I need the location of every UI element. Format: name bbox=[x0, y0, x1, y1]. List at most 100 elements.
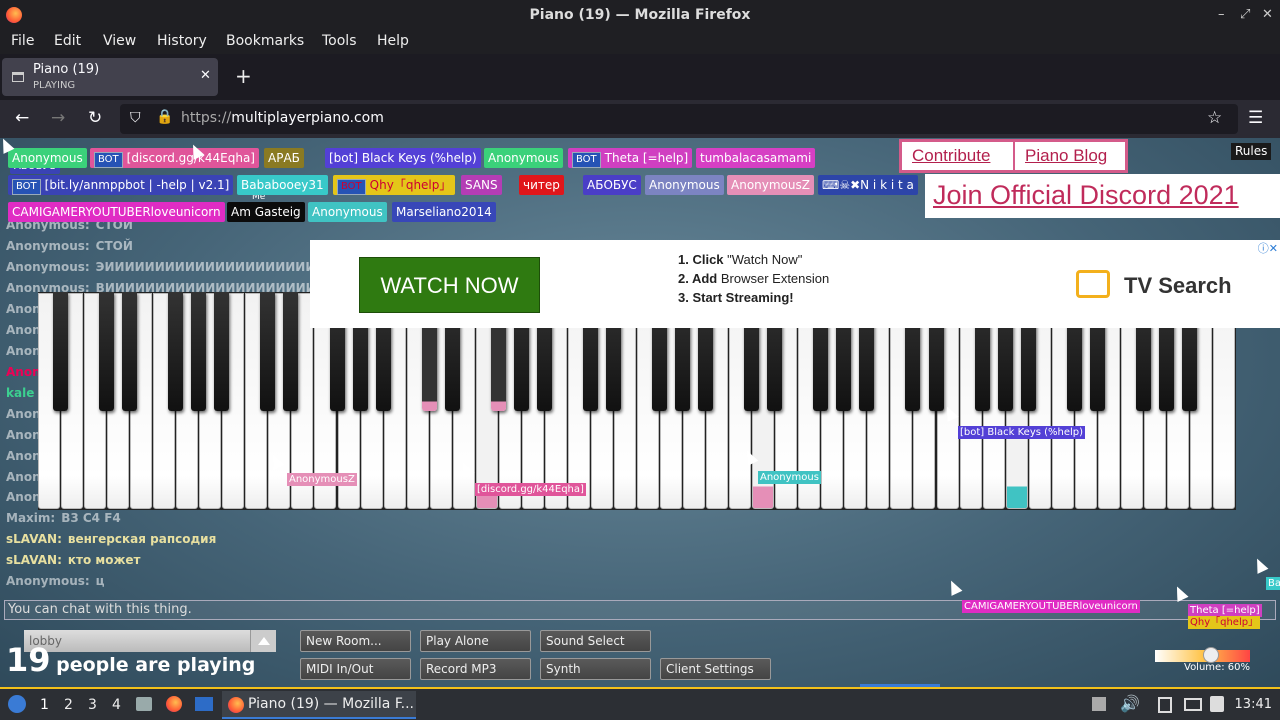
user-tag[interactable]: Anonymous bbox=[308, 202, 387, 222]
user-tag[interactable]: читер bbox=[519, 175, 564, 195]
bookmark-star-icon[interactable]: ☆ bbox=[1207, 108, 1222, 128]
piano-black-key[interactable] bbox=[260, 292, 276, 411]
chat-message: Anon bbox=[6, 470, 41, 484]
new-room-button[interactable]: New Room... bbox=[300, 630, 411, 652]
user-tag[interactable]: Anonymous bbox=[8, 148, 87, 168]
chat-message: Maxim: B3 C4 F4 bbox=[6, 511, 121, 525]
app-menu-icon[interactable]: ☰ bbox=[1248, 108, 1263, 128]
chat-message: Anonymous: ЭИИИИИИИИИИИИИИИИИИИИИИИ bbox=[6, 260, 336, 274]
midi-button[interactable]: MIDI In/Out bbox=[300, 658, 411, 680]
discord-link[interactable]: Join Official Discord 2021 bbox=[925, 174, 1280, 218]
menu-help[interactable]: Help bbox=[377, 33, 409, 49]
piano-black-key[interactable] bbox=[168, 292, 184, 411]
volume-slider[interactable] bbox=[1155, 647, 1250, 663]
user-name: AnonymousZ bbox=[731, 178, 810, 192]
clipboard-icon[interactable] bbox=[1158, 697, 1172, 713]
url-bar[interactable]: ⛉ 🔒 https://multiplayerpiano.com bbox=[120, 104, 1238, 134]
piano-black-key[interactable] bbox=[99, 292, 115, 411]
user-tag[interactable]: Anonymous bbox=[484, 148, 563, 168]
user-tag[interactable]: АБОБУС bbox=[583, 175, 641, 195]
new-tab-button[interactable]: + bbox=[235, 64, 252, 88]
user-tag[interactable]: ⌨☠✖N i k i t a bbox=[818, 175, 918, 195]
user-tag[interactable]: BOT [bit.ly/anmppbot | -help | v2.1] bbox=[8, 175, 234, 195]
user-tag[interactable]: BOT Qhy「qhelp」 bbox=[333, 175, 456, 195]
user-tag[interactable]: SANS bbox=[461, 175, 502, 195]
user-name: Anonymous bbox=[12, 151, 83, 165]
piano-black-key[interactable] bbox=[191, 292, 207, 411]
play-alone-button[interactable]: Play Alone bbox=[420, 630, 531, 652]
piano-blog-link[interactable]: Piano Blog bbox=[1025, 146, 1107, 166]
reload-button[interactable]: ↻ bbox=[88, 108, 102, 128]
piano-black-key[interactable] bbox=[214, 292, 230, 411]
start-menu-icon[interactable] bbox=[8, 695, 26, 713]
cursor-name-tag: [bot] Black Keys (%help) bbox=[958, 426, 1086, 439]
menu-history[interactable]: History bbox=[157, 33, 207, 49]
ad-steps: 1. Click "Watch Now" 2. Add Browser Exte… bbox=[678, 252, 830, 305]
user-tag[interactable]: BOT [discord.gg/k44Eqha] bbox=[90, 148, 259, 168]
rules-button[interactable]: Rules bbox=[1231, 143, 1272, 160]
display-icon[interactable] bbox=[1184, 698, 1202, 711]
file-manager-icon[interactable] bbox=[136, 697, 152, 711]
chat-message: kale bbox=[6, 386, 35, 400]
user-tag[interactable]: Am Gasteig bbox=[227, 202, 305, 222]
sound-select-button[interactable]: Sound Select bbox=[540, 630, 651, 652]
contribute-link[interactable]: Contribute bbox=[912, 146, 990, 166]
user-name: tumbalacasamami bbox=[700, 151, 812, 165]
menu-view[interactable]: View bbox=[103, 33, 136, 49]
terminal-icon[interactable] bbox=[195, 697, 213, 711]
ad-banner[interactable]: WATCH NOW 1. Click "Watch Now" 2. Add Br… bbox=[310, 240, 1280, 328]
piano-black-key[interactable] bbox=[53, 292, 69, 411]
volume-knob[interactable] bbox=[1203, 647, 1219, 663]
lock-icon[interactable]: 🔒 bbox=[156, 109, 173, 125]
notes-icon[interactable] bbox=[1210, 696, 1224, 712]
workspace-1[interactable]: 1 bbox=[40, 697, 49, 713]
shield-icon[interactable]: ⛉ bbox=[130, 110, 141, 126]
tab-piano[interactable]: Piano (19) PLAYING ✕ bbox=[2, 58, 218, 96]
record-mp3-button[interactable]: Record MP3 bbox=[420, 658, 531, 680]
synth-button[interactable]: Synth bbox=[540, 658, 651, 680]
client-settings-button[interactable]: Client Settings bbox=[660, 658, 771, 680]
workspace-2[interactable]: 2 bbox=[64, 697, 73, 713]
user-tag[interactable]: AnonymousZ bbox=[727, 175, 814, 195]
workspace-3[interactable]: 3 bbox=[88, 697, 97, 713]
menu-bookmarks[interactable]: Bookmarks bbox=[226, 33, 304, 49]
user-tag[interactable]: [bot] Black Keys (%help) bbox=[325, 148, 481, 168]
user-tag[interactable]: tumbalacasamami bbox=[696, 148, 816, 168]
tab-subtitle: PLAYING bbox=[33, 80, 76, 91]
user-tag[interactable]: BOT Theta [=help] bbox=[568, 148, 693, 168]
user-tag[interactable]: Marseliano2014 bbox=[392, 202, 496, 222]
menu-tools[interactable]: Tools bbox=[322, 33, 357, 49]
minimize-button[interactable]: – bbox=[1218, 0, 1225, 30]
chat-message: Anon bbox=[6, 323, 41, 337]
piano-favicon-icon bbox=[12, 72, 24, 82]
back-button[interactable]: ← bbox=[15, 108, 29, 128]
menu-bar: File Edit View History Bookmarks Tools H… bbox=[0, 30, 1280, 54]
taskbar-firefox-window[interactable]: Piano (19) — Mozilla F... bbox=[222, 691, 416, 719]
cursor-name-tag: Anonymous bbox=[758, 471, 821, 484]
tv-search-icon bbox=[1076, 270, 1110, 298]
piano-black-key[interactable] bbox=[283, 292, 299, 411]
menu-edit[interactable]: Edit bbox=[54, 33, 81, 49]
firefox-launcher-icon[interactable] bbox=[166, 696, 182, 712]
watch-now-button[interactable]: WATCH NOW bbox=[359, 257, 540, 313]
piano-black-key[interactable] bbox=[122, 292, 138, 411]
chat-message: Anon bbox=[6, 407, 41, 421]
user-tag[interactable]: АРАБ bbox=[264, 148, 304, 168]
user-tag[interactable]: CAMIGAMERYOUTUBERloveunicorn bbox=[8, 202, 225, 222]
cursor-icon bbox=[1251, 556, 1269, 574]
tab-close-icon[interactable]: ✕ bbox=[200, 68, 211, 83]
volume-label: Volume: 60% bbox=[1184, 662, 1250, 673]
close-window-button[interactable]: ✕ bbox=[1262, 0, 1273, 30]
window-titlebar: Piano (19) — Mozilla Firefox – ⤢ ✕ bbox=[0, 0, 1280, 30]
ad-close-icon[interactable]: ⓘ✕ bbox=[1258, 240, 1278, 256]
maximize-button[interactable]: ⤢ bbox=[1240, 0, 1250, 30]
menu-file[interactable]: File bbox=[11, 33, 34, 49]
user-name: Theta [=help] bbox=[604, 151, 689, 165]
workspace-4[interactable]: 4 bbox=[112, 697, 121, 713]
tray-network-icon[interactable] bbox=[1092, 697, 1106, 711]
forward-button[interactable]: → bbox=[51, 108, 65, 128]
user-tag[interactable]: Anonymous bbox=[645, 175, 724, 195]
user-tag[interactable]: Bababooey31 bbox=[237, 175, 328, 195]
cursor-icon bbox=[945, 578, 963, 596]
volume-icon[interactable]: 🔊 bbox=[1120, 694, 1140, 713]
